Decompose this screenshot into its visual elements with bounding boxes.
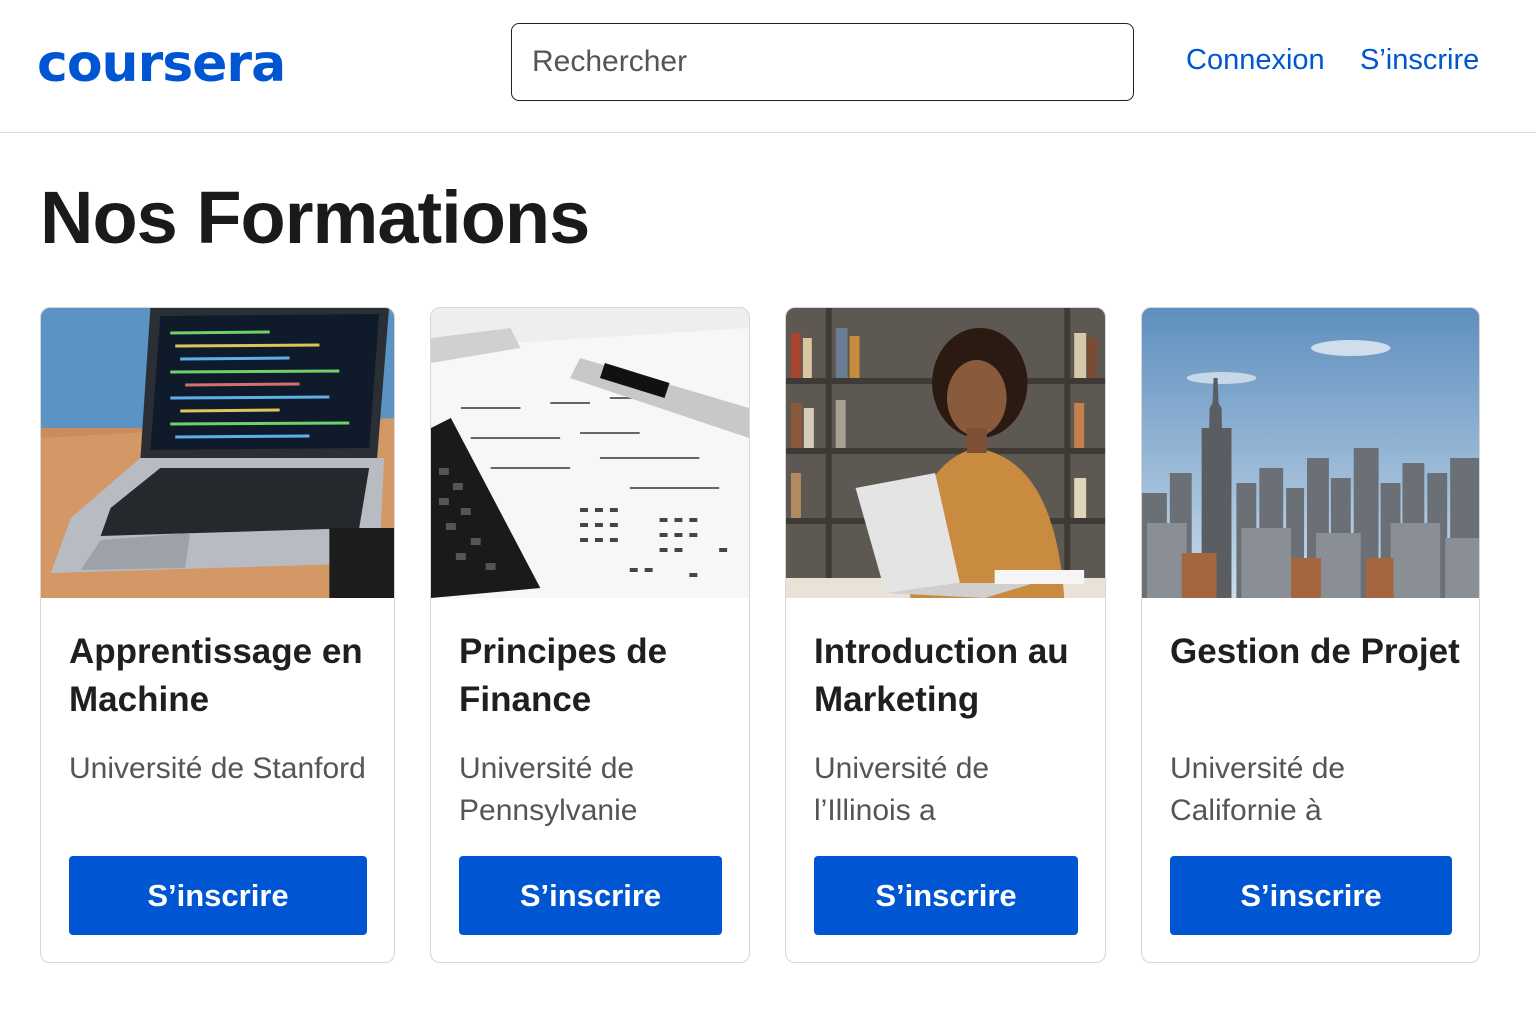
page-title: Nos Formations (40, 176, 590, 259)
course-university: Université de Californie à (1170, 752, 1346, 827)
course-title[interactable]: Gestion de Projet (1170, 628, 1461, 676)
course-title[interactable]: Apprentissage en Machine (69, 628, 376, 724)
enroll-button[interactable]: S’inscrire (814, 856, 1078, 935)
top-header: coursera Connexion S’inscrire (0, 0, 1536, 133)
enroll-button[interactable]: S’inscrire (1170, 856, 1452, 935)
coursera-logo[interactable]: coursera (37, 38, 286, 90)
course-title[interactable]: Introduction au Marketing (814, 628, 1087, 724)
course-university: Université de Pennsylvanie (459, 752, 638, 827)
search-input[interactable] (511, 23, 1134, 101)
calculator-finance-image (431, 308, 749, 598)
course-card[interactable]: Principes de Finance Université de Penns… (430, 307, 750, 963)
login-link[interactable]: Connexion (1186, 44, 1325, 77)
course-title[interactable]: Principes de Finance (459, 628, 731, 724)
course-card[interactable]: Gestion de Projet Université de Californ… (1141, 307, 1480, 963)
signup-link[interactable]: S’inscrire (1360, 44, 1479, 77)
course-card[interactable]: Apprentissage en Machine Université de S… (40, 307, 395, 963)
enroll-button[interactable]: S’inscrire (459, 856, 722, 935)
laptop-code-image (41, 308, 394, 598)
enroll-button[interactable]: S’inscrire (69, 856, 367, 935)
woman-laptop-image (786, 308, 1105, 598)
city-skyline-image (1142, 308, 1479, 598)
course-university: Université de l’Illinois a (814, 752, 990, 827)
course-card[interactable]: Introduction au Marketing Université de … (785, 307, 1106, 963)
course-university: Université de Stanford (69, 752, 366, 785)
